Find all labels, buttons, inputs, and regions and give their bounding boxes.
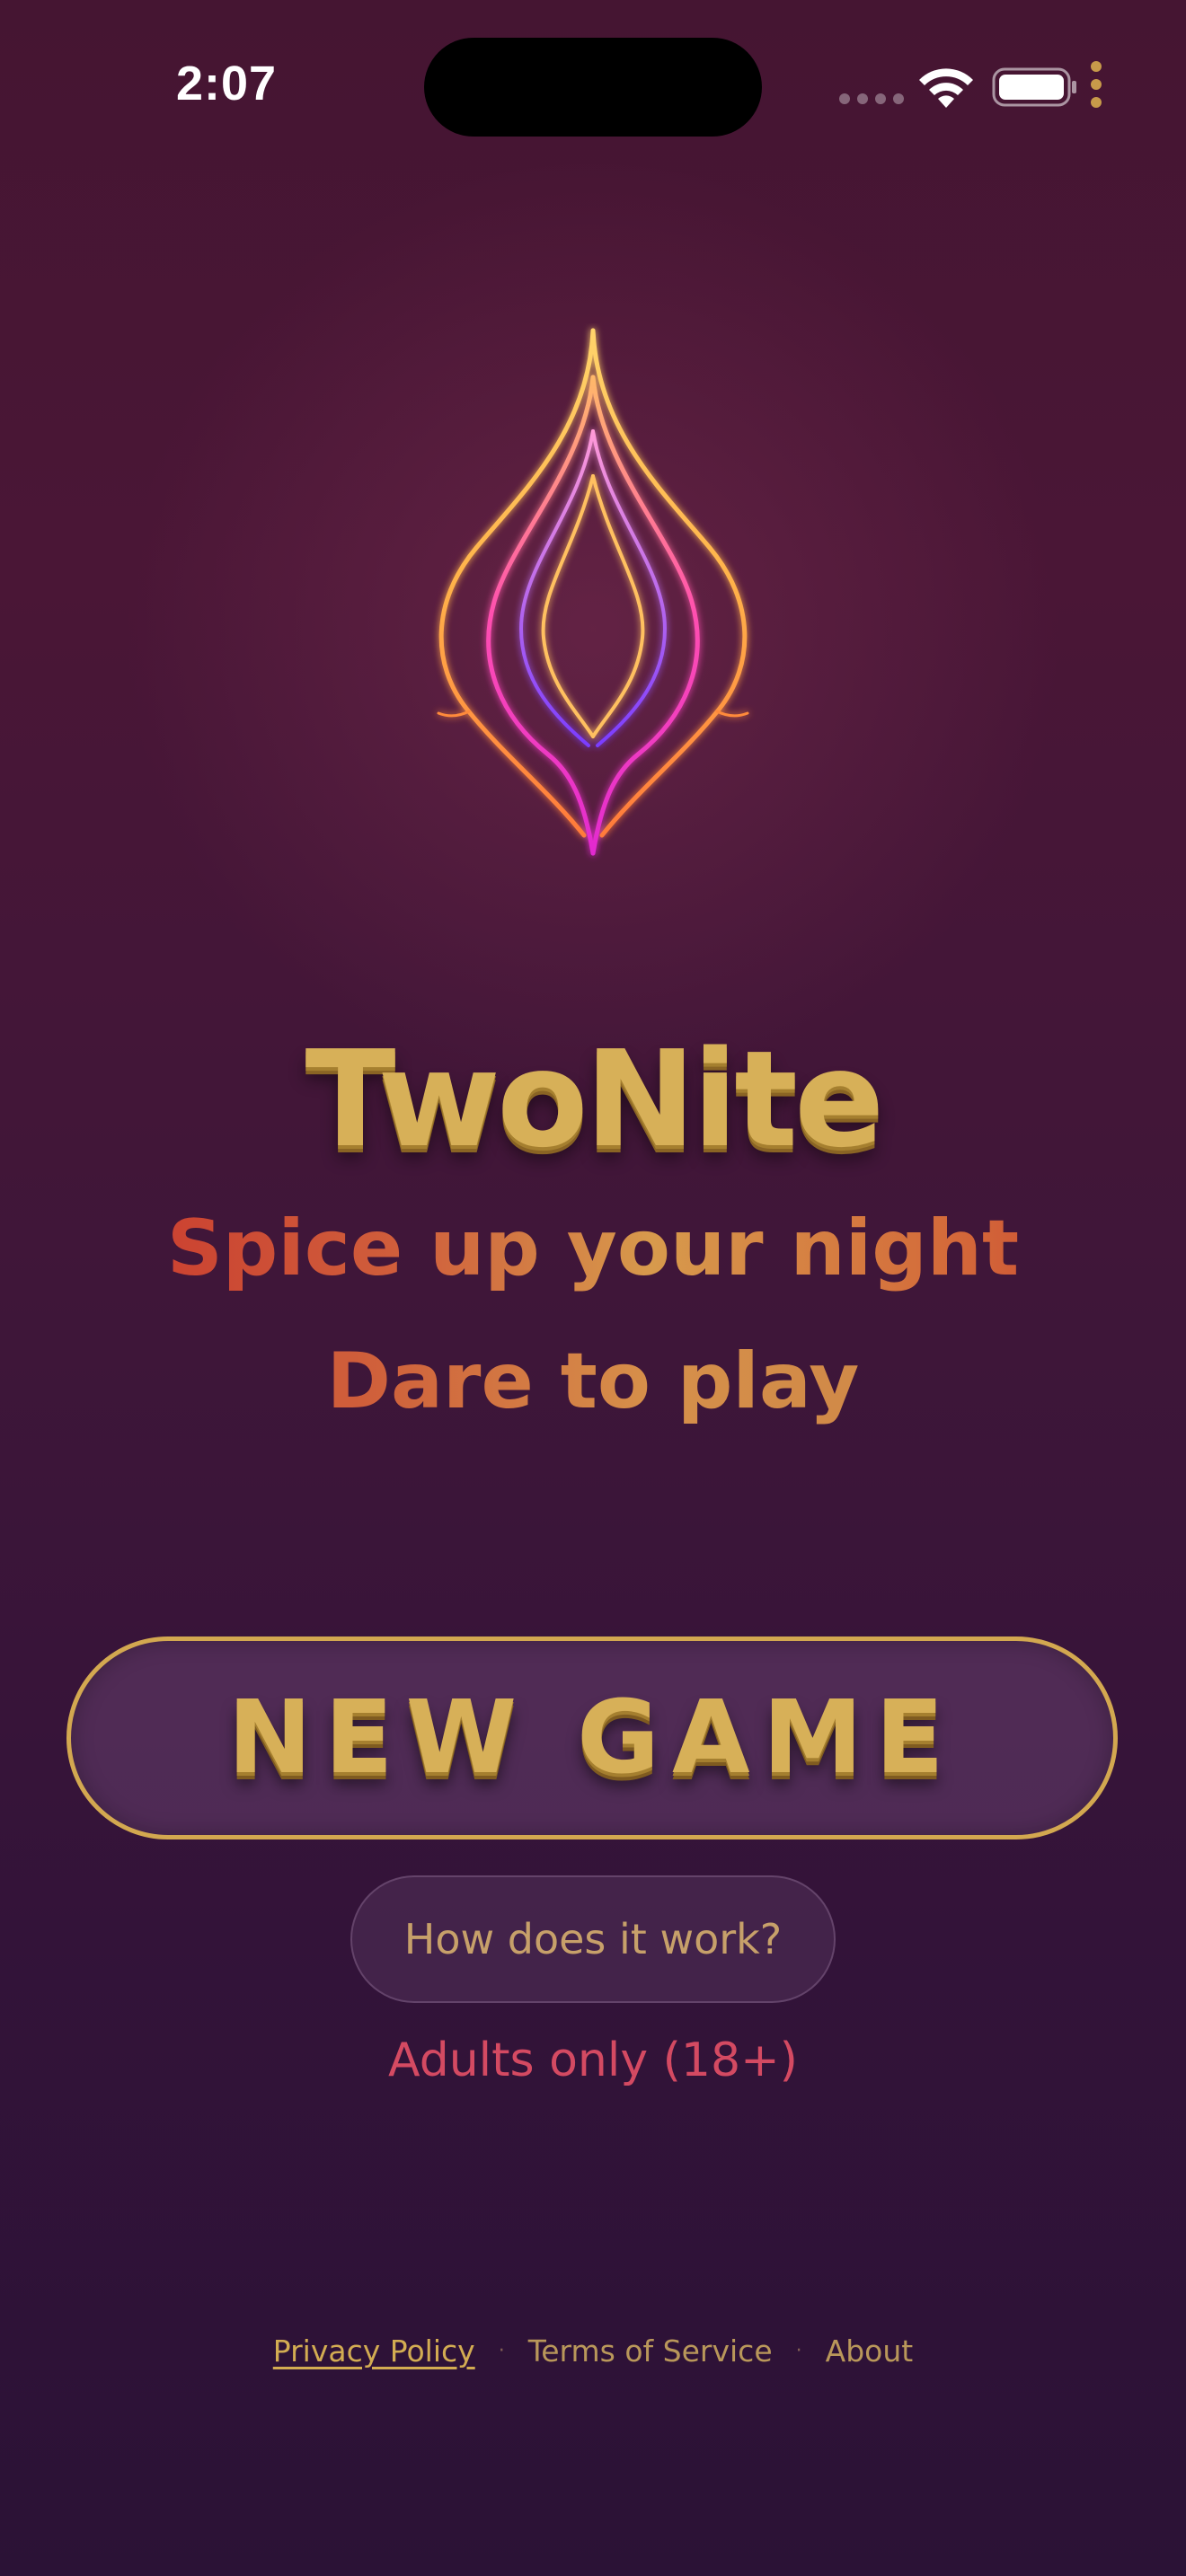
status-time: 2:07: [176, 57, 278, 110]
new-game-label: NEW GAME: [227, 1680, 957, 1796]
more-dots-icon[interactable]: [1091, 61, 1102, 108]
how-it-works-button[interactable]: How does it work?: [350, 1875, 836, 2003]
app-title: TwoNite: [305, 1022, 885, 1177]
how-it-works-label: How does it work?: [403, 1915, 783, 1963]
tagline-secondary: Dare to play: [0, 1337, 1186, 1426]
flame-flower-logo-icon: [437, 328, 749, 856]
footer-separator: ·: [498, 2340, 505, 2362]
about-link[interactable]: About: [826, 2333, 914, 2369]
tagline-primary: Spice up your night: [0, 1204, 1186, 1293]
footer-separator: ·: [795, 2340, 802, 2362]
new-game-button[interactable]: NEW GAME: [66, 1636, 1118, 1839]
age-notice: Adults only (18+): [388, 2033, 798, 2087]
dynamic-island: [424, 38, 762, 137]
terms-of-service-link[interactable]: Terms of Service: [528, 2333, 773, 2369]
battery-icon: [992, 67, 1076, 107]
privacy-policy-link[interactable]: Privacy Policy: [273, 2333, 475, 2369]
footer-links: Privacy Policy · Terms of Service · Abou…: [0, 2333, 1186, 2369]
wifi-icon: [919, 68, 973, 108]
cellular-signal-icon: [839, 93, 904, 104]
